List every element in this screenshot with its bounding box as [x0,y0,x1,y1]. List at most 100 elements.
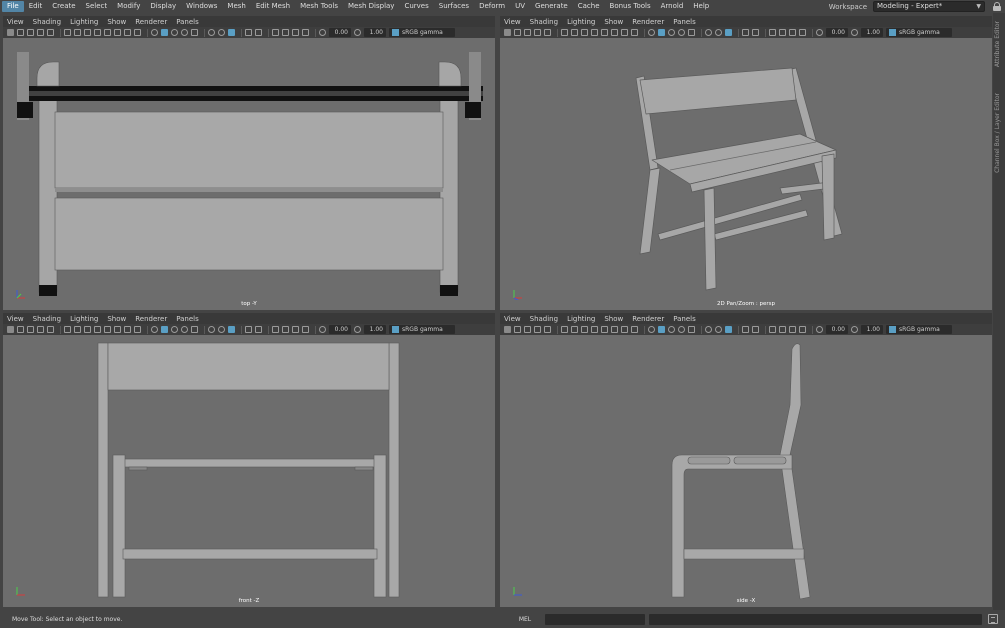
menu-help[interactable]: Help [688,1,714,12]
exposure-field[interactable]: 0.00 [826,325,848,334]
panel-menu-view[interactable]: View [7,18,24,26]
toolbar-tool-icon[interactable] [124,326,131,333]
toolbar-tool-icon[interactable] [715,29,722,36]
toolbar-tool-icon[interactable] [648,326,655,333]
toolbar-tool-icon[interactable] [255,29,262,36]
toolbar-tool-icon[interactable] [134,326,141,333]
viewport-front[interactable]: front -Z [3,335,495,607]
toolbar-tool-icon[interactable] [544,29,551,36]
menu-mesh-tools[interactable]: Mesh Tools [295,1,343,12]
toolbar-tool-icon[interactable] [114,326,121,333]
toolbar-tool-icon[interactable] [769,326,776,333]
panel-menu-renderer[interactable]: Renderer [135,315,167,323]
toolbar-tool-icon[interactable] [601,29,608,36]
toolbar-tool-icon[interactable] [134,29,141,36]
toolbar-tool-icon[interactable] [534,29,541,36]
panel-menu-lighting[interactable]: Lighting [70,315,98,323]
exposure-field[interactable]: 0.00 [826,28,848,37]
viewport-top[interactable]: top -Y [3,38,495,310]
menu-cache[interactable]: Cache [573,1,605,12]
viewport-persp[interactable]: 2D Pan/Zoom : persp [500,38,992,310]
toolbar-tool-icon[interactable] [272,326,279,333]
toolbar-tool-icon[interactable] [208,326,215,333]
menu-curves[interactable]: Curves [399,1,433,12]
toolbar-tool-icon[interactable] [282,29,289,36]
toolbar-tool-icon[interactable] [302,326,309,333]
toolbar-tool-icon[interactable] [752,326,759,333]
panel-menu-shading[interactable]: Shading [530,315,558,323]
toolbar-tool-icon[interactable] [124,29,131,36]
toolbar-tool-icon[interactable] [228,29,235,36]
toolbar-tool-icon[interactable] [678,326,685,333]
script-editor-icon[interactable] [988,614,998,624]
menu-arnold[interactable]: Arnold [656,1,689,12]
toolbar-tool-icon[interactable] [742,326,749,333]
toolbar-tool-icon[interactable] [181,29,188,36]
toolbar-tool-icon[interactable] [705,29,712,36]
menu-edit[interactable]: Edit [24,1,48,12]
toolbar-tool-icon[interactable] [816,29,823,36]
toolbar-tool-icon[interactable] [816,326,823,333]
toolbar-tool-icon[interactable] [581,29,588,36]
toolbar-tool-icon[interactable] [742,29,749,36]
toolbar-tool-icon[interactable] [621,326,628,333]
toolbar-tool-icon[interactable] [151,326,158,333]
toolbar-tool-icon[interactable] [544,326,551,333]
toolbar-tool-icon[interactable] [688,326,695,333]
toolbar-tool-icon[interactable] [769,29,776,36]
toolbar-tool-icon[interactable] [74,29,81,36]
toolbar-tool-icon[interactable] [37,29,44,36]
panel-menu-panels[interactable]: Panels [176,315,199,323]
panel-menu-shading[interactable]: Shading [33,315,61,323]
toolbar-tool-icon[interactable] [504,29,511,36]
script-language-button[interactable]: MEL [505,616,545,623]
panel-menu-show[interactable]: Show [604,315,623,323]
toolbar-tool-icon[interactable] [779,29,786,36]
toolbar-tool-icon[interactable] [171,29,178,36]
toolbar-tool-icon[interactable] [218,326,225,333]
toolbar-tool-icon[interactable] [648,29,655,36]
toolbar-tool-icon[interactable] [17,326,24,333]
panel-menu-view[interactable]: View [504,315,521,323]
toolbar-tool-icon[interactable] [779,326,786,333]
color-management-toggle[interactable]: sRGB gamma [886,28,952,37]
toolbar-tool-icon[interactable] [161,29,168,36]
toolbar-tool-icon[interactable] [581,326,588,333]
toolbar-tool-icon[interactable] [94,29,101,36]
gamma-field[interactable]: 1.00 [861,28,883,37]
toolbar-tool-icon[interactable] [47,29,54,36]
menu-surfaces[interactable]: Surfaces [434,1,474,12]
lock-icon[interactable] [993,2,1001,11]
toolbar-tool-icon[interactable] [292,29,299,36]
toolbar-tool-icon[interactable] [534,326,541,333]
toolbar-tool-icon[interactable] [161,326,168,333]
panel-menu-panels[interactable]: Panels [176,18,199,26]
panel-menu-view[interactable]: View [7,315,24,323]
toolbar-tool-icon[interactable] [789,29,796,36]
toolbar-tool-icon[interactable] [319,326,326,333]
exposure-field[interactable]: 0.00 [329,28,351,37]
panel-menu-view[interactable]: View [504,18,521,26]
toolbar-tool-icon[interactable] [255,326,262,333]
toolbar-tool-icon[interactable] [302,29,309,36]
panel-menu-show[interactable]: Show [107,315,126,323]
toolbar-tool-icon[interactable] [245,29,252,36]
exposure-field[interactable]: 0.00 [329,325,351,334]
toolbar-tool-icon[interactable] [571,326,578,333]
menu-create[interactable]: Create [47,1,80,12]
toolbar-tool-icon[interactable] [725,29,732,36]
toolbar-tool-icon[interactable] [561,326,568,333]
toolbar-tool-icon[interactable] [658,29,665,36]
menu-modify[interactable]: Modify [112,1,145,12]
toolbar-tool-icon[interactable] [114,29,121,36]
toolbar-tool-icon[interactable] [631,326,638,333]
viewport-side[interactable]: side -X [500,335,992,607]
toolbar-tool-icon[interactable] [514,29,521,36]
toolbar-tool-icon[interactable] [504,326,511,333]
panel-menu-renderer[interactable]: Renderer [632,315,664,323]
toolbar-tool-icon[interactable] [191,326,198,333]
toolbar-tool-icon[interactable] [64,29,71,36]
toolbar-tool-icon[interactable] [191,29,198,36]
toolbar-tool-icon[interactable] [611,326,618,333]
toolbar-tool-icon[interactable] [678,29,685,36]
